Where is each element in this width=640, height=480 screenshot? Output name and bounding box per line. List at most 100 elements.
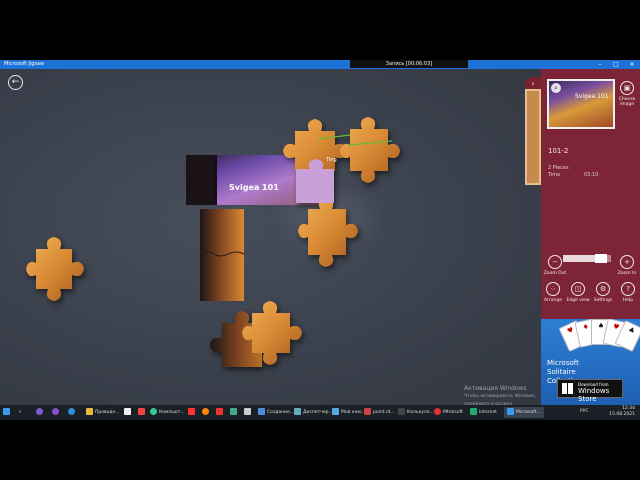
taskbar-item-label: Калькуля... <box>407 410 434 415</box>
zoom-in-label: Zoom In <box>617 271 637 276</box>
app-icon <box>124 408 131 415</box>
clock-date: 15.08.2021 <box>609 412 635 417</box>
puzzle-board[interactable]: ← › Svigea 101 Ting Активация Windows Чт… <box>0 69 541 407</box>
firefox-icon <box>202 408 209 415</box>
app-icon <box>216 408 223 415</box>
puzzle-piece[interactable] <box>340 117 400 183</box>
help-button[interactable]: ? Help <box>614 282 640 303</box>
window-titlebar: Microsoft Jigsaw – □ ✕ <box>0 60 640 69</box>
taskbar-item[interactable]: Компьют... <box>150 407 185 418</box>
close-icon[interactable]: ✕ <box>624 60 640 69</box>
windows-logo-icon <box>562 383 573 394</box>
maximize-icon[interactable]: □ <box>608 60 624 69</box>
edge-view-icon: ◫ <box>571 282 585 296</box>
app-icon <box>36 408 43 415</box>
folder-icon <box>86 408 93 415</box>
taskbar-item[interactable]: Проводн... <box>86 407 120 418</box>
taskbar-icon[interactable] <box>52 407 61 418</box>
gear-icon: ⚙ <box>596 282 610 296</box>
recorder-text: Запись [00:06:03] <box>385 61 433 67</box>
taskbar-icon[interactable] <box>188 407 197 418</box>
magnifier-icon[interactable]: ⌕ <box>551 83 561 93</box>
taskbar-icon[interactable] <box>244 407 253 418</box>
taskbar-icon[interactable] <box>138 407 147 418</box>
system-clock[interactable]: 12:34 15.08.2021 <box>597 406 635 418</box>
taskbar-icon[interactable] <box>230 407 239 418</box>
zoom-in-button[interactable]: + Zoom In <box>613 255 640 276</box>
puzzle-piece[interactable] <box>26 237 84 301</box>
window-title: Microsoft Jigsaw <box>4 61 45 67</box>
taskbar-icon[interactable] <box>216 407 225 418</box>
settings-button[interactable]: ⚙ Settings <box>589 282 617 303</box>
edge-icon <box>68 408 75 415</box>
piece-text: Ting <box>325 157 337 163</box>
arrange-button[interactable]: ⁘ Arrange <box>539 282 567 303</box>
taskbar-icon[interactable] <box>68 407 77 418</box>
chrome-icon <box>150 408 157 415</box>
solitaire-ad[interactable]: ♥ ♦ ♠ ♥ ♣ Microsoft Solitaire Collection… <box>541 319 640 405</box>
image-icon: ▣ <box>620 81 634 95</box>
taskbar-item-label: Microsoft... <box>516 410 541 415</box>
taskbar-item[interactable]: Mtrolsoft <box>434 407 463 418</box>
taskbar-item-label: Диспетчер... <box>303 410 333 415</box>
app-icon <box>52 408 59 415</box>
windows-store-badge[interactable]: Download from Windows Store <box>557 379 623 403</box>
pieces-label: Pieces <box>552 165 569 171</box>
taskbar-item[interactable]: Internet <box>470 407 497 418</box>
zoom-slider[interactable] <box>563 254 611 263</box>
puzzle-canvas[interactable]: Svigea 101 Ting <box>0 69 541 405</box>
calculator-icon <box>398 408 405 415</box>
taskbar-item[interactable]: Создание... <box>258 407 294 418</box>
arrange-label: Arrange <box>544 298 562 303</box>
zoom-out-icon: − <box>548 255 562 269</box>
windows-logo-icon <box>3 408 10 415</box>
badge-line2: Windows Store <box>578 387 610 403</box>
pieces-stat: 2 Pieces <box>548 165 569 171</box>
preview-thumbnail[interactable]: ⌕ Svigea 101 <box>547 79 615 129</box>
side-panel: ⌕ Svigea 101 ▣ Choose image 101-2 2 Piec… <box>525 69 640 319</box>
image-text: Svigea 101 <box>229 183 279 192</box>
taskbar-item-label: Мой ком... <box>341 410 366 415</box>
help-icon: ? <box>621 282 635 296</box>
choose-image-label: Choose image <box>618 97 636 107</box>
taskbar-item-label: point.rd... <box>373 410 395 415</box>
zoom-slider-handle[interactable] <box>595 254 608 263</box>
taskbar-item[interactable]: Диспетчер... <box>294 407 333 418</box>
taskbar-item-label: Компьют... <box>159 410 185 415</box>
assembled-section-left[interactable] <box>199 209 245 301</box>
taskbar-item[interactable]: Калькуля... <box>398 407 434 418</box>
taskbar-item[interactable]: point.rd... <box>364 407 395 418</box>
taskbar-icon[interactable] <box>124 407 133 418</box>
app-icon <box>138 408 145 415</box>
language-indicator[interactable]: РУС <box>580 409 589 414</box>
taskbar-item[interactable]: Мой ком... <box>332 407 365 418</box>
app-icon <box>364 408 371 415</box>
taskbar-icon[interactable] <box>202 407 211 418</box>
taskbar-item-active[interactable]: Microsoft... <box>504 407 544 418</box>
recorder-bar[interactable]: Запись [00:06:03] <box>350 60 468 68</box>
app-icon <box>244 408 251 415</box>
zoom-out-label: Zoom Out <box>543 271 567 276</box>
app-icon <box>470 408 477 415</box>
edge-view-button[interactable]: ◫ Edge view <box>564 282 592 303</box>
puzzle-name: 101-2 <box>548 147 569 155</box>
computer-icon <box>332 408 339 415</box>
jigsaw-icon <box>507 408 514 415</box>
app-icon <box>258 408 265 415</box>
edge-view-label: Edge view <box>566 298 590 303</box>
taskbar-icon[interactable] <box>36 407 45 418</box>
settings-label: Settings <box>593 298 613 303</box>
search-button[interactable]: ⌕ <box>19 407 22 418</box>
screen: Microsoft Jigsaw – □ ✕ Запись [00:06:03]… <box>0 60 640 420</box>
choose-image-button[interactable]: ▣ Choose image <box>613 81 640 107</box>
app-icon <box>188 408 195 415</box>
taskbar-item-label: Internet <box>479 410 497 415</box>
minimize-icon[interactable]: – <box>592 60 608 69</box>
taskbar: ⌕ Проводн... Компьют... Создание... Дисп… <box>0 405 640 420</box>
start-button[interactable] <box>3 407 12 418</box>
preview-frame-edge <box>525 89 541 185</box>
taskbar-item-label: Проводн... <box>95 410 120 415</box>
taskbar-item-label: Mtrolsoft <box>443 410 463 415</box>
watermark-line1: Активация Windows <box>464 385 527 392</box>
zoom-in-icon: + <box>620 255 634 269</box>
